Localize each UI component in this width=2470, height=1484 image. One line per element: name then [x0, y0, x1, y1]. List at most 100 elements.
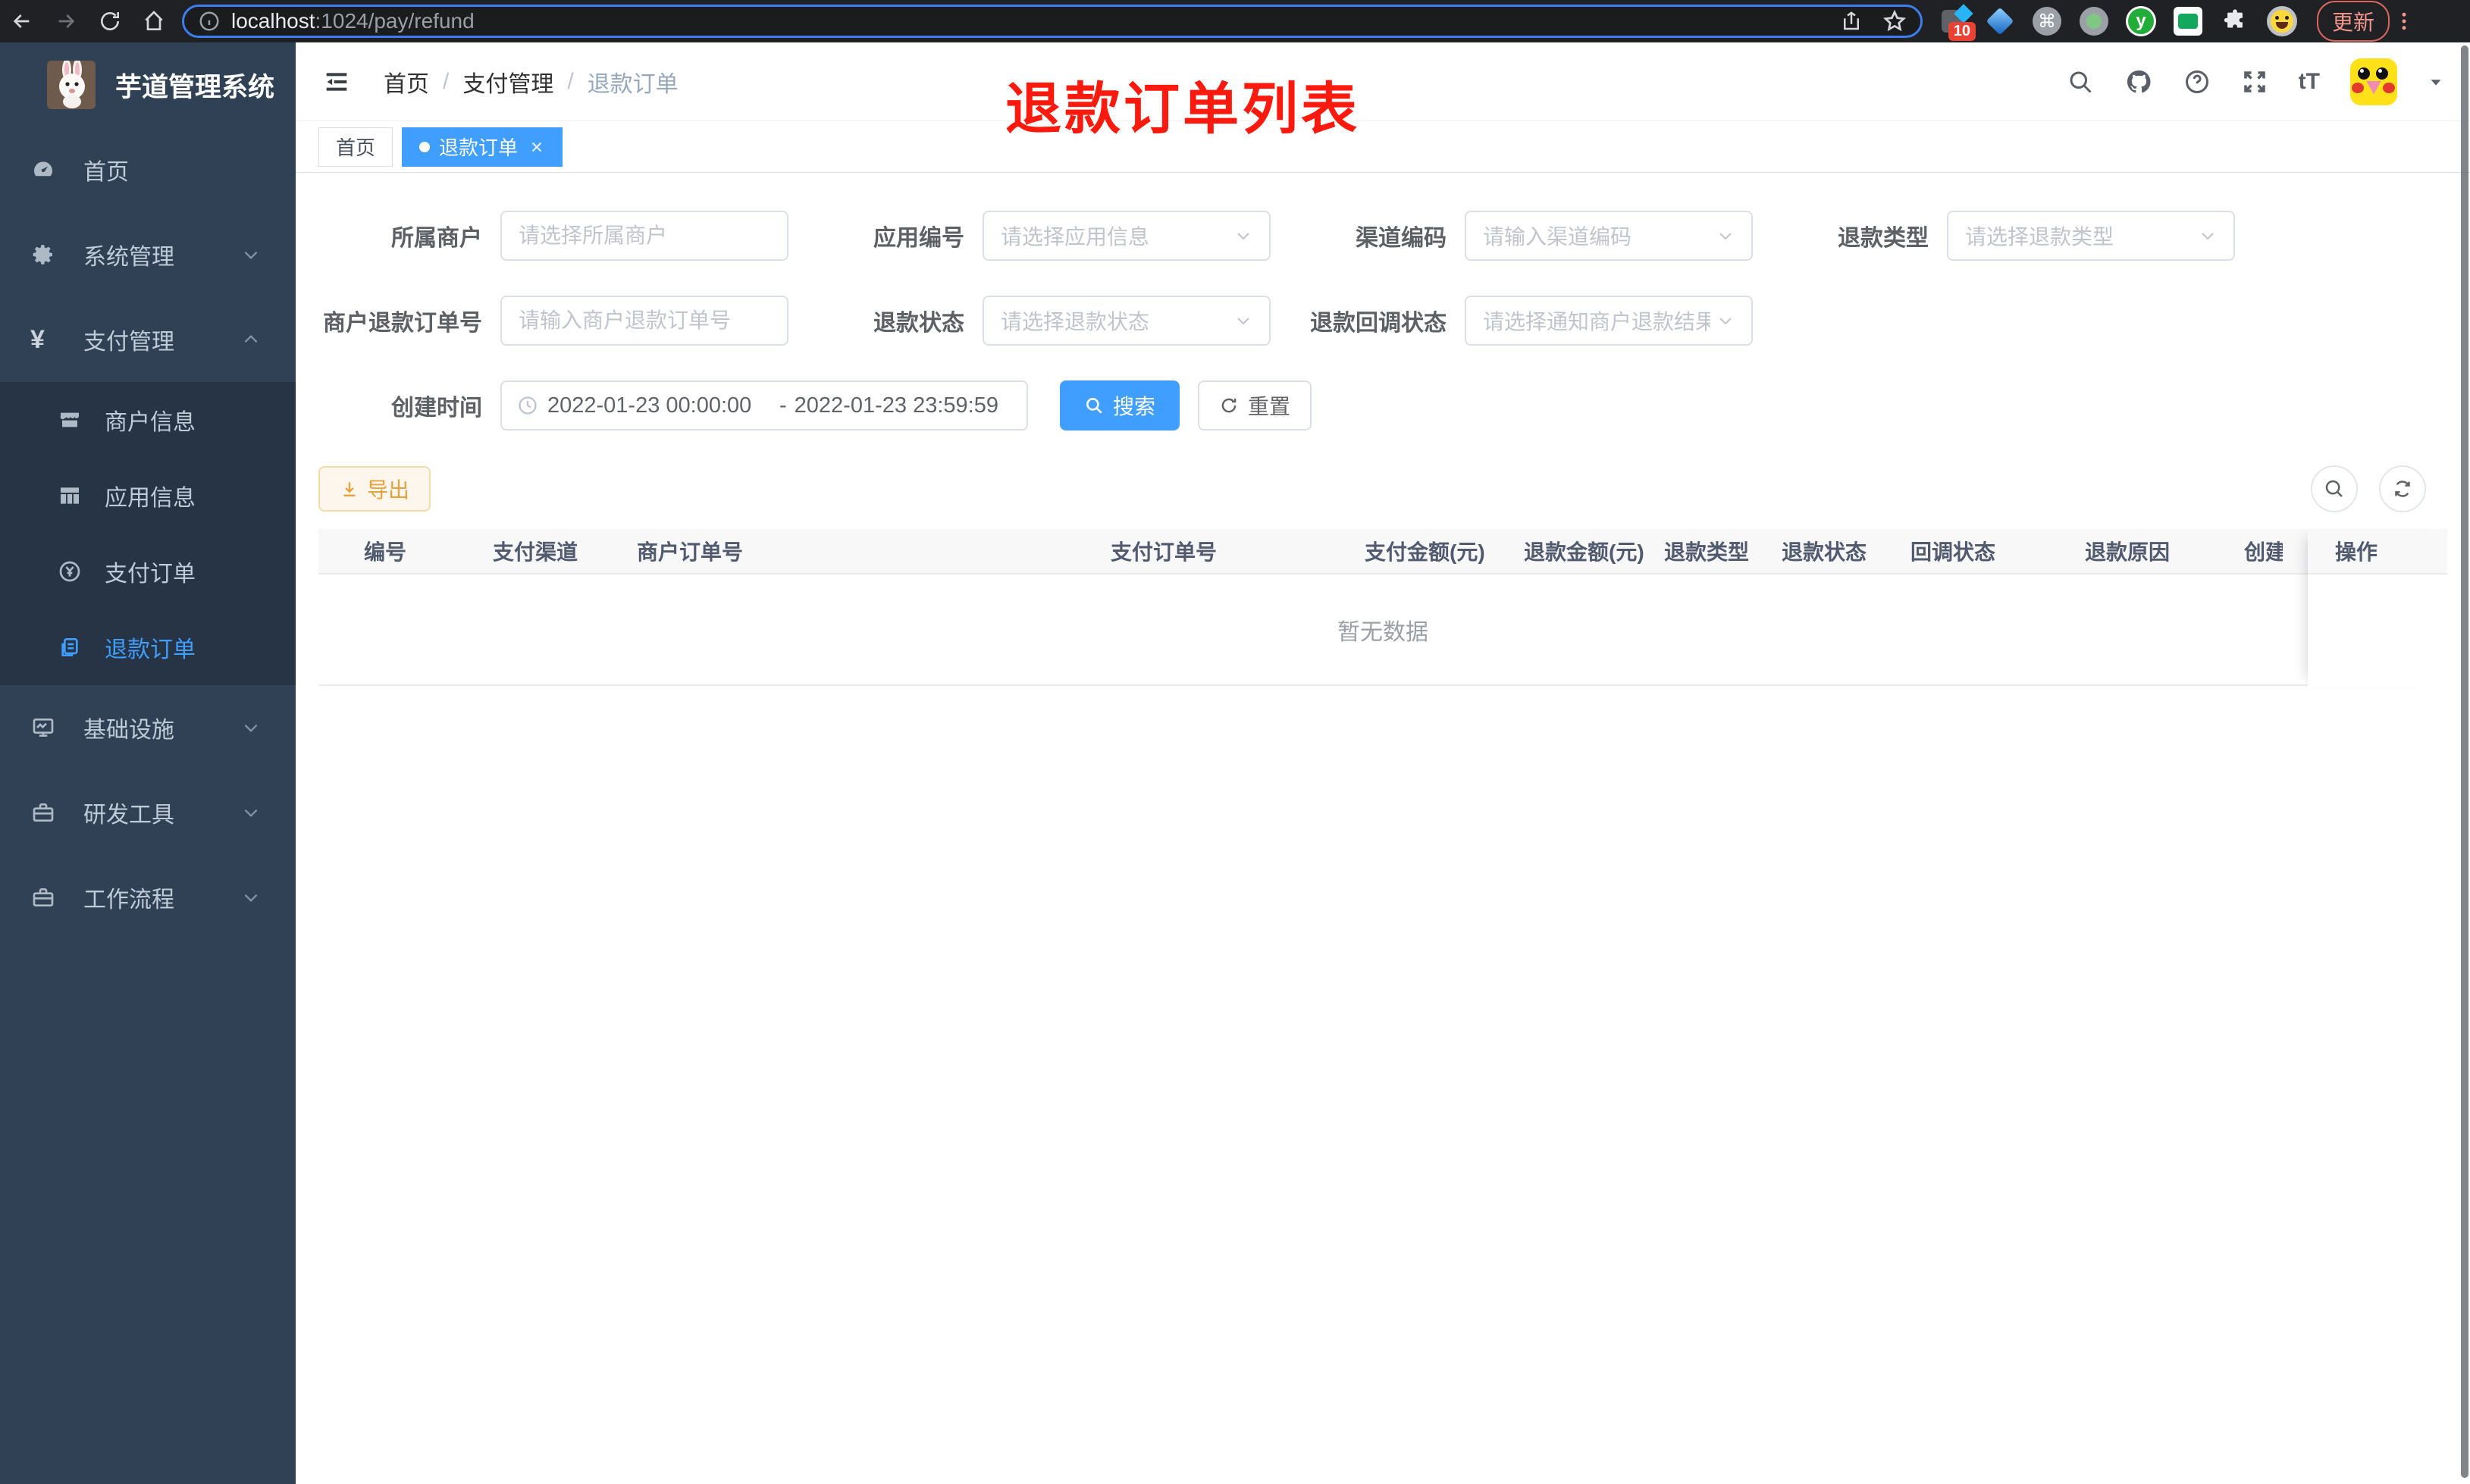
address-bar[interactable]: localhost:1024/pay/refund [182, 5, 1923, 38]
sidebar-item-pay[interactable]: ¥ 支付管理 [0, 297, 296, 382]
refresh-icon [1219, 396, 1239, 415]
breadcrumb-separator: / [567, 68, 574, 94]
font-size-icon[interactable]: tT [2299, 69, 2320, 95]
filter-label: 渠道编码 [1356, 226, 1447, 251]
extensions-puzzle-icon[interactable] [2220, 6, 2250, 36]
toggle-search-icon[interactable] [2311, 465, 2358, 512]
store-icon [58, 408, 82, 432]
url-host: localhost [231, 9, 315, 33]
grid-table-icon [58, 484, 82, 508]
filter-callback-status: 退款回调状态 请选择通知商户退款结果 [1283, 296, 1753, 346]
col-callback-status: 回调状态 [1910, 540, 1996, 564]
sidebar-item-system[interactable]: 系统管理 [0, 212, 296, 297]
date-end[interactable]: 2022-01-23 23:59:59 [795, 393, 1019, 418]
filter-label: 退款回调状态 [1310, 311, 1447, 336]
refund-table: 编号 支付渠道 商户订单号 支付订单号 支付金额(元) 退款金额(元) 退款类型… [318, 529, 2447, 687]
filter-label: 所属商户 [391, 226, 482, 251]
filter-create-time: 创建时间 2022-01-23 00:00:00 - 2022-01-23 23… [318, 380, 1028, 430]
search-button[interactable]: 搜索 [1060, 380, 1180, 430]
extension-y-icon[interactable]: y [2126, 6, 2156, 36]
extension-chat-icon[interactable] [2173, 6, 2203, 36]
briefcase-icon [30, 800, 56, 825]
chevron-down-icon [1234, 227, 1252, 245]
filter-merchant: 所属商户 [318, 211, 788, 261]
col-refund-amount: 退款金额(元) [1524, 540, 1644, 564]
avatar[interactable] [2350, 58, 2397, 105]
merchant-refund-no-input[interactable] [500, 296, 788, 346]
tab-refund-order[interactable]: 退款订单 [402, 127, 563, 167]
callback-status-select[interactable]: 请选择通知商户退款结果 [1465, 296, 1753, 346]
tab-label: 首页 [336, 136, 376, 159]
refresh-table-icon[interactable] [2379, 465, 2426, 512]
yen-icon: ¥ [30, 324, 45, 354]
col-refund-status: 退款状态 [1782, 540, 1867, 564]
sidebar-item-label: 首页 [83, 160, 129, 185]
window-scrollbar[interactable] [2461, 45, 2468, 1478]
browser-reload-icon[interactable] [88, 9, 132, 33]
extension-badge: 10 [1948, 22, 1976, 41]
filter-merchant-refund-no: 商户退款订单号 [318, 296, 788, 346]
filter-label: 创建时间 [391, 396, 482, 421]
chevron-down-icon [241, 888, 261, 907]
date-range-picker[interactable]: 2022-01-23 00:00:00 - 2022-01-23 23:59:5… [500, 380, 1028, 430]
col-channel: 支付渠道 [493, 540, 578, 564]
chevron-down-icon [1234, 312, 1252, 330]
extension-dot-icon[interactable] [2079, 6, 2109, 36]
site-info-icon[interactable] [198, 10, 221, 33]
browser-update-button[interactable]: 更新 [2317, 1, 2390, 42]
sidebar-item-pay-order[interactable]: 支付订单 [0, 534, 296, 609]
avatar-caret-icon[interactable] [2428, 74, 2444, 90]
extension-command-icon[interactable]: ⌘ [2032, 6, 2062, 36]
sidebar-item-infra[interactable]: 基础设施 [0, 685, 296, 770]
sidebar-logo-row[interactable]: 芋道管理系统 [0, 42, 296, 127]
github-icon[interactable] [2124, 67, 2153, 96]
chevron-down-icon [2199, 227, 2217, 245]
reset-button[interactable]: 重置 [1198, 380, 1312, 430]
sidebar-item-refund-order[interactable]: 退款订单 [0, 609, 296, 685]
extension-smiley-icon[interactable] [2267, 6, 2297, 36]
sidebar-item-workflow[interactable]: 工作流程 [0, 855, 296, 940]
breadcrumb-home[interactable]: 首页 [384, 65, 429, 99]
sidebar-item-app-info[interactable]: 应用信息 [0, 458, 296, 534]
app-window: 芋道管理系统 首页 系统管理 ¥ 支付管理 商户信息 应用信息 支付订单 退款订… [0, 42, 2470, 1484]
filter-row-2: 商户退款订单号 退款状态 请选择退款状态 退款回调状态 请选择通知商户退款结果 [318, 296, 2447, 346]
extension-blocks-icon[interactable]: 10 [1938, 4, 1976, 41]
date-start[interactable]: 2022-01-23 00:00:00 [547, 393, 772, 418]
export-button[interactable]: 导出 [318, 466, 431, 512]
filter-label: 商户退款订单号 [323, 311, 482, 336]
fullscreen-icon[interactable] [2241, 68, 2268, 95]
app-select[interactable]: 请选择应用信息 [983, 211, 1271, 261]
browser-home-icon[interactable] [132, 9, 176, 33]
refund-status-select[interactable]: 请选择退款状态 [983, 296, 1271, 346]
col-refund-type: 退款类型 [1664, 540, 1750, 564]
chevron-down-icon [1716, 227, 1735, 245]
app-logo-rabbit [47, 61, 96, 109]
sidebar-item-merchant-info[interactable]: 商户信息 [0, 382, 296, 458]
filter-channel: 渠道编码 请输入渠道编码 [1283, 211, 1753, 261]
col-pay-order-no: 支付订单号 [1111, 540, 1218, 564]
search-icon[interactable] [2067, 68, 2094, 95]
sidebar-item-label: 基础设施 [83, 718, 174, 743]
browser-forward-icon[interactable] [44, 9, 88, 33]
merchant-input[interactable] [500, 211, 788, 261]
sidebar-item-home[interactable]: 首页 [0, 127, 296, 212]
sidebar-collapse-icon[interactable] [321, 67, 352, 97]
breadcrumb-pay[interactable]: 支付管理 [462, 65, 553, 99]
col-pay-amount: 支付金额(元) [1365, 540, 1485, 564]
sidebar-submenu-pay: 商户信息 应用信息 支付订单 退款订单 [0, 382, 296, 685]
browser-menu-icon[interactable] [2393, 10, 2415, 33]
sidebar-item-devtools[interactable]: 研发工具 [0, 770, 296, 855]
export-button-label: 导出 [367, 478, 410, 502]
refund-type-select[interactable]: 请选择退款类型 [1947, 211, 2235, 261]
extension-kite-icon[interactable] [1985, 6, 2015, 36]
tab-close-icon[interactable] [528, 139, 545, 155]
share-icon[interactable] [1840, 10, 1863, 33]
filter-label: 应用编号 [873, 226, 964, 251]
bookmark-star-icon[interactable] [1882, 9, 1907, 33]
tab-home[interactable]: 首页 [318, 127, 393, 167]
help-icon[interactable] [2183, 68, 2211, 95]
channel-select[interactable]: 请输入渠道编码 [1465, 211, 1753, 261]
search-icon [1084, 396, 1104, 415]
browser-back-icon[interactable] [0, 9, 44, 33]
breadcrumb-separator: / [443, 68, 450, 94]
